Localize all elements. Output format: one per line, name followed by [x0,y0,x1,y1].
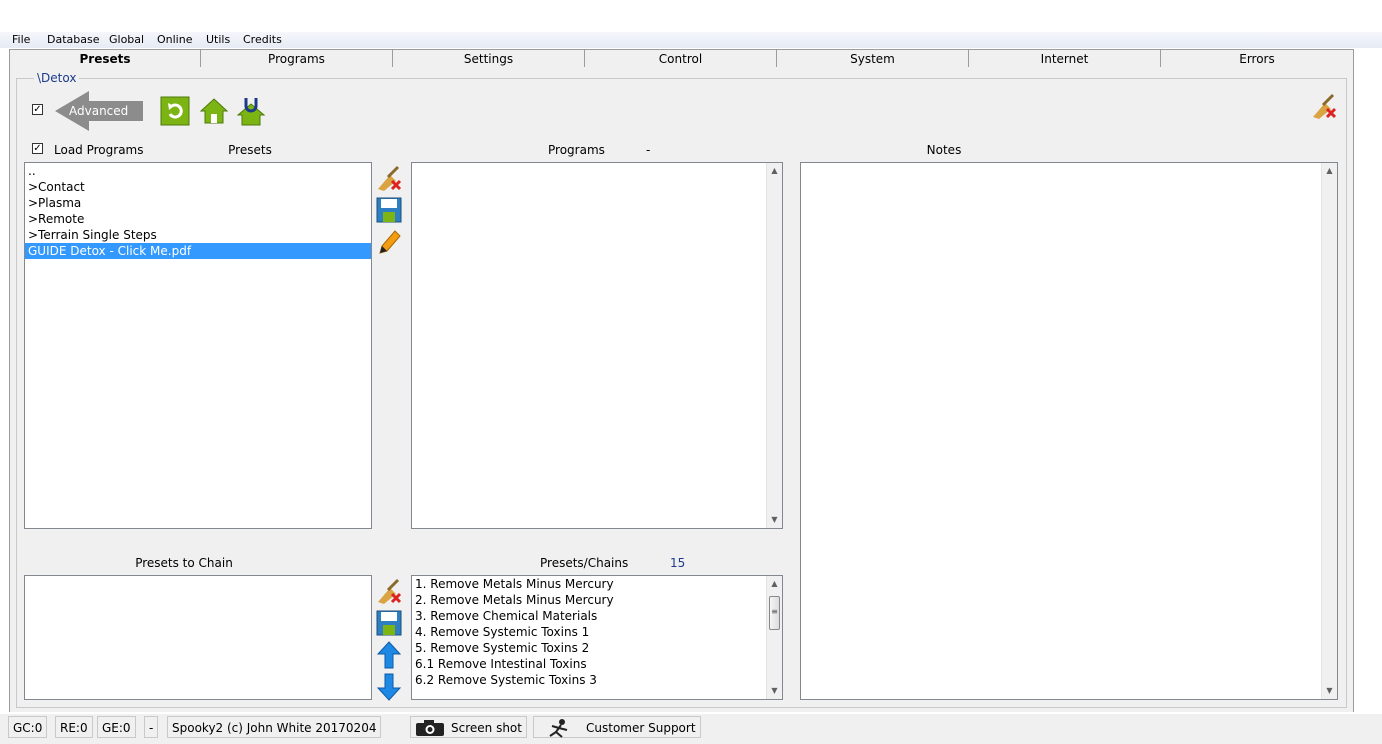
tab-settings[interactable]: Settings [393,49,585,67]
list-item[interactable]: 6.1 Remove Intestinal Toxins [412,656,782,672]
presets-header: Presets [228,143,272,157]
tab-errors[interactable]: Errors [1161,49,1354,67]
menu-database[interactable]: Database [47,33,100,46]
arrow-up-icon [376,641,402,669]
status-ge: GE:0 [97,716,136,738]
notes-header: Notes [926,143,962,157]
home-icon [199,98,229,124]
screenshot-button[interactable]: Screen shot [410,716,527,738]
scroll-down-icon[interactable]: ▼ [767,683,782,699]
scroll-down-icon[interactable]: ▼ [767,512,782,528]
arrow-down-icon [376,673,402,701]
presets-to-chain-list[interactable] [24,575,372,700]
list-item[interactable]: 1. Remove Metals Minus Mercury [412,576,782,592]
save-disk-icon [376,197,402,223]
scroll-thumb[interactable]: ≡ [769,596,780,630]
clear-notes-button[interactable] [1309,91,1339,121]
presets-list[interactable]: .. >Contact >Plasma >Remote >Terrain Sin… [24,162,372,529]
advanced-label: Advanced [69,104,129,118]
edit-preset-button[interactable] [374,227,404,257]
list-item[interactable]: >Remote [25,211,371,227]
programs-header: Programs [548,143,605,157]
customer-support-label: Customer Support [586,721,696,735]
clear-presets-button[interactable] [374,163,404,193]
presets-chains-list[interactable]: 1. Remove Metals Minus Mercury 2. Remove… [411,575,783,700]
customer-support-button[interactable]: Customer Support [533,716,701,738]
tab-internet[interactable]: Internet [969,49,1161,67]
load-programs-checkbox[interactable]: ✓ [32,143,43,154]
refresh-button[interactable] [160,96,190,126]
support-person-icon [549,719,568,738]
status-gc: GC:0 [8,716,48,738]
scroll-down-icon[interactable]: ▼ [1322,683,1337,699]
status-dash: - [144,716,159,738]
menu-global[interactable]: Global [109,33,144,46]
programs-scrollbar[interactable]: ▲ ▼ [766,163,782,528]
menu-file[interactable]: File [12,33,30,46]
status-re: RE:0 [55,716,93,738]
menu-utils[interactable]: Utils [206,33,230,46]
presets-chains-header: Presets/Chains [540,556,629,570]
advanced-back-button[interactable]: Advanced [55,91,145,131]
camera-icon [416,720,444,736]
refresh-icon [160,96,190,126]
programs-list[interactable]: ▲ ▼ [411,162,783,529]
broom-delete-icon [378,165,402,191]
group-path-label: \Detox [34,71,80,85]
user-home-button[interactable] [236,96,266,126]
home-button[interactable] [199,96,229,126]
scroll-up-icon[interactable]: ▲ [767,163,782,179]
tab-presets[interactable]: Presets [9,49,201,67]
programs-count: - [646,143,651,157]
load-programs-label: Load Programs [54,143,144,157]
list-item[interactable]: 4. Remove Systemic Toxins 1 [412,624,782,640]
list-item[interactable]: 3. Remove Chemical Materials [412,608,782,624]
menu-online[interactable]: Online [157,33,192,46]
move-down-button[interactable] [374,672,404,702]
list-item[interactable]: >Plasma [25,195,371,211]
broom-delete-icon [1313,93,1337,119]
broom-delete-icon [378,578,402,604]
presets-chains-count: 15 [670,556,686,570]
tab-programs[interactable]: Programs [201,49,393,67]
list-item[interactable]: >Terrain Single Steps [25,227,371,243]
list-item[interactable]: .. [25,163,371,179]
tab-system[interactable]: System [777,49,969,67]
tab-strip: Presets Programs Settings Control System… [9,49,1354,67]
chains-scrollbar[interactable]: ▲ ≡ ▼ [766,576,782,699]
notes-scrollbar[interactable]: ▲ ▼ [1321,163,1337,699]
list-item[interactable]: 6.2 Remove Systemic Toxins 3 [412,672,782,688]
list-item-selected[interactable]: GUIDE Detox - Click Me.pdf [25,243,371,259]
move-up-button[interactable] [374,640,404,670]
pencil-icon [379,230,401,254]
save-disk-icon [376,610,402,636]
status-copyright: Spooky2 (c) John White 20170204 [167,716,382,738]
presets-to-chain-header: Presets to Chain [135,556,233,570]
scroll-up-icon[interactable]: ▲ [767,576,782,592]
save-chain-button[interactable] [374,608,404,638]
menu-credits[interactable]: Credits [243,33,282,46]
scroll-up-icon[interactable]: ▲ [1322,163,1337,179]
tab-control[interactable]: Control [585,49,777,67]
clear-chain-button[interactable] [374,576,404,606]
advanced-checkbox[interactable]: ✓ [32,104,43,115]
list-item[interactable]: 2. Remove Metals Minus Mercury [412,592,782,608]
save-preset-button[interactable] [374,195,404,225]
menu-bar: File Database Global Online Utils Credit… [0,32,1382,48]
list-item[interactable]: >Contact [25,179,371,195]
list-item[interactable]: 5. Remove Systemic Toxins 2 [412,640,782,656]
status-bar: GC:0 RE:0 GE:0 - Spooky2 (c) John White … [0,714,1382,744]
notes-textarea[interactable]: ▲ ▼ [800,162,1338,700]
user-home-icon [236,98,266,126]
screenshot-label: Screen shot [451,721,522,735]
